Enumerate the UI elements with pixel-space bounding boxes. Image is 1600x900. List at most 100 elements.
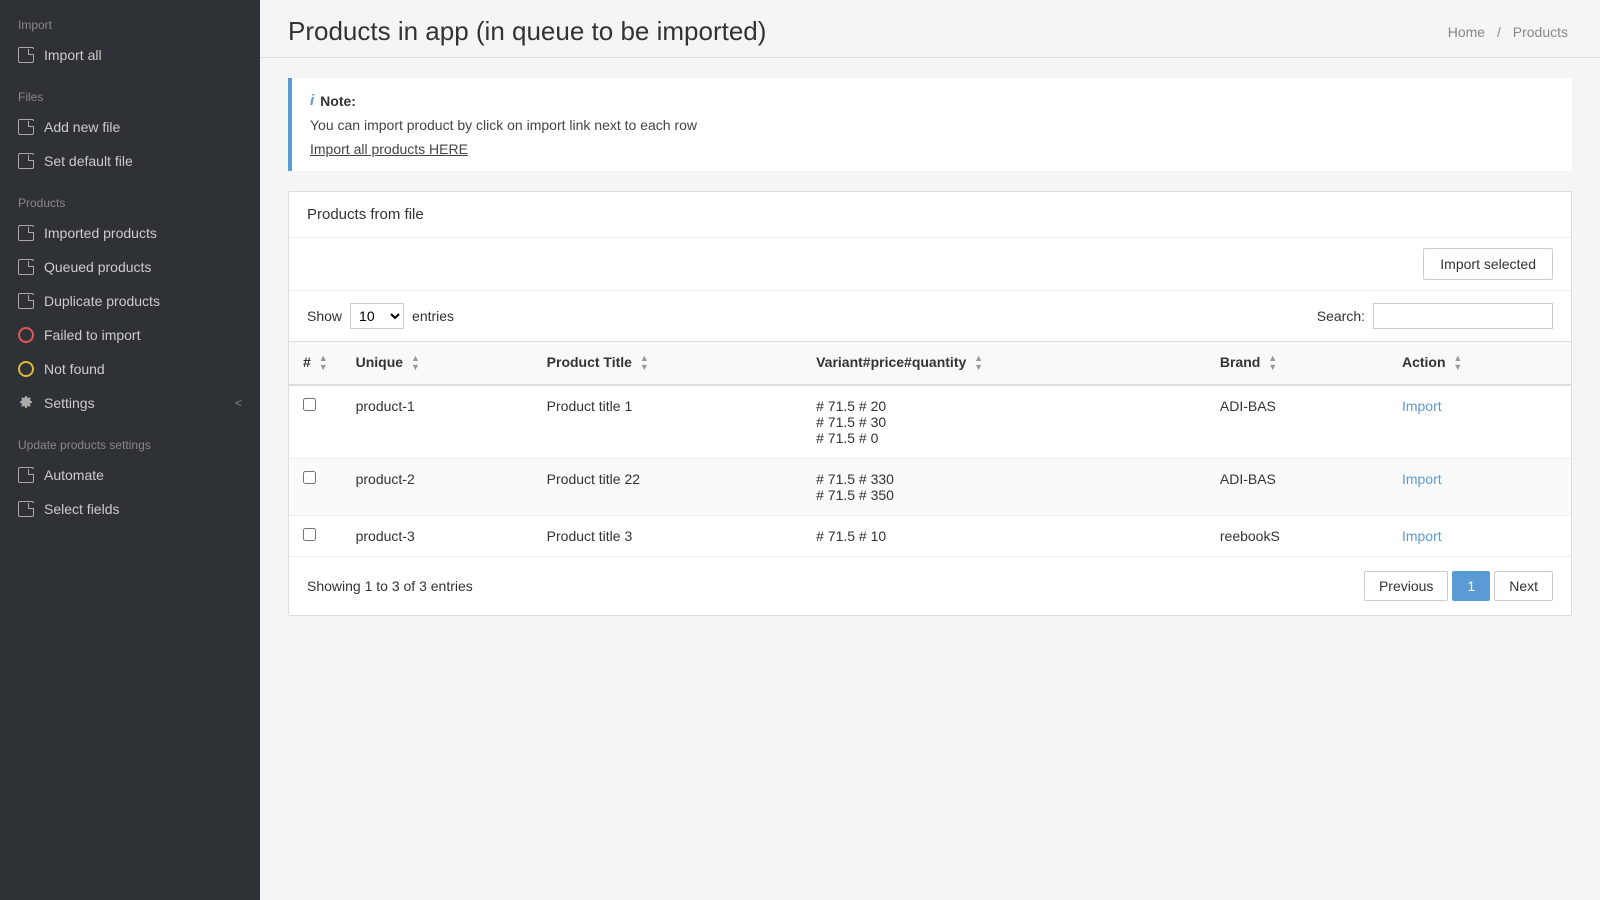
row-checkbox[interactable] (303, 471, 316, 484)
sidebar-section-import: Import (0, 0, 260, 38)
sidebar-item-automate[interactable]: Automate (0, 458, 260, 492)
import-selected-button[interactable]: Import selected (1423, 248, 1553, 280)
sidebar-item-label: Select fields (44, 501, 119, 517)
section-toolbar: Import selected (289, 238, 1571, 291)
pagination: Previous 1 Next (1364, 571, 1553, 601)
row-checkbox[interactable] (303, 528, 316, 541)
doc-icon (18, 501, 34, 517)
row-product-title: Product title 3 (533, 516, 802, 557)
row-action-cell: Import (1388, 459, 1571, 516)
breadcrumb-sep: / (1497, 24, 1501, 40)
row-checkbox-cell (289, 385, 342, 459)
sidebar-item-label: Automate (44, 467, 104, 483)
sidebar-item-label: Set default file (44, 153, 133, 169)
sidebar-item-label: Import all (44, 47, 102, 63)
row-checkbox-cell (289, 459, 342, 516)
import-action-link[interactable]: Import (1402, 398, 1442, 414)
col-action: Action ▲▼ (1388, 342, 1571, 386)
note-box: i Note: You can import product by click … (288, 78, 1572, 171)
variant-line: # 71.5 # 350 (816, 487, 1192, 503)
section-header: Products from file (289, 192, 1571, 238)
sidebar-item-settings[interactable]: Settings< (0, 386, 260, 420)
circle-red-icon (18, 327, 34, 343)
next-button[interactable]: Next (1494, 571, 1553, 601)
row-brand: ADI-BAS (1206, 385, 1388, 459)
entries-label: entries (412, 308, 454, 324)
import-all-link[interactable]: Import all products HERE (310, 141, 468, 157)
sidebar-item-label: Not found (44, 361, 105, 377)
sidebar-item-add-new-file[interactable]: Add new file (0, 110, 260, 144)
sidebar-section-update-products-settings: Update products settings (0, 420, 260, 458)
note-text: You can import product by click on impor… (310, 117, 1554, 133)
sidebar-item-failed-to-import[interactable]: Failed to import (0, 318, 260, 352)
row-action-cell: Import (1388, 516, 1571, 557)
entries-select[interactable]: 102550100 (350, 303, 404, 329)
sidebar-item-not-found[interactable]: Not found (0, 352, 260, 386)
row-action-cell: Import (1388, 385, 1571, 459)
sidebar-section-products: Products (0, 178, 260, 216)
sidebar-item-label: Imported products (44, 225, 157, 241)
breadcrumb-current[interactable]: Products (1513, 24, 1568, 40)
search-label: Search: (1317, 308, 1365, 324)
col-num: # ▲▼ (289, 342, 342, 386)
sidebar: Import Import all Files Add new file Set def… (0, 0, 260, 900)
table-controls: Show 102550100 entries Search: (289, 291, 1571, 341)
sidebar-item-queued-products[interactable]: Queued products (0, 250, 260, 284)
breadcrumb-home[interactable]: Home (1448, 24, 1485, 40)
row-brand: ADI-BAS (1206, 459, 1388, 516)
variant-line: # 71.5 # 10 (816, 528, 1192, 544)
products-section: Products from file Import selected Show … (288, 191, 1572, 616)
previous-button[interactable]: Previous (1364, 571, 1448, 601)
table-row: product-2Product title 22# 71.5 # 330# 7… (289, 459, 1571, 516)
row-brand: reebookS (1206, 516, 1388, 557)
circle-yellow-icon (18, 361, 34, 377)
sidebar-item-set-default-file[interactable]: Set default file (0, 144, 260, 178)
variant-line: # 71.5 # 30 (816, 414, 1192, 430)
row-variants: # 71.5 # 10 (802, 516, 1206, 557)
products-table: # ▲▼ Unique ▲▼ Product Title ▲▼ Variant#… (289, 341, 1571, 557)
col-product-title: Product Title ▲▼ (533, 342, 802, 386)
note-link: Import all products HERE (310, 141, 1554, 157)
row-variants: # 71.5 # 20# 71.5 # 30# 71.5 # 0 (802, 385, 1206, 459)
row-checkbox[interactable] (303, 398, 316, 411)
import-action-link[interactable]: Import (1402, 471, 1442, 487)
doc-icon (18, 153, 34, 169)
row-unique: product-3 (342, 516, 533, 557)
table-header-row: # ▲▼ Unique ▲▼ Product Title ▲▼ Variant#… (289, 342, 1571, 386)
row-checkbox-cell (289, 516, 342, 557)
doc-icon (18, 259, 34, 275)
page-1-button[interactable]: 1 (1452, 571, 1490, 601)
sidebar-item-label: Add new file (44, 119, 120, 135)
col-brand: Brand ▲▼ (1206, 342, 1388, 386)
sidebar-item-duplicate-products[interactable]: Duplicate products (0, 284, 260, 318)
show-entries: Show 102550100 entries (307, 303, 454, 329)
doc-icon (18, 225, 34, 241)
table-footer: Showing 1 to 3 of 3 entries Previous 1 N… (289, 557, 1571, 615)
row-product-title: Product title 22 (533, 459, 802, 516)
show-label: Show (307, 308, 342, 324)
sidebar-section-files: Files (0, 72, 260, 110)
doc-icon (18, 119, 34, 135)
sidebar-item-select-fields[interactable]: Select fields (0, 492, 260, 526)
sidebar-item-imported-products[interactable]: Imported products (0, 216, 260, 250)
variant-line: # 71.5 # 20 (816, 398, 1192, 414)
info-icon: i (310, 92, 314, 109)
doc-icon (18, 467, 34, 483)
sidebar-item-import-all[interactable]: Import all (0, 38, 260, 72)
table-body: product-1Product title 1# 71.5 # 20# 71.… (289, 385, 1571, 557)
breadcrumb: Home / Products (1444, 24, 1572, 40)
showing-text: Showing 1 to 3 of 3 entries (307, 578, 473, 594)
variant-line: # 71.5 # 0 (816, 430, 1192, 446)
row-variants: # 71.5 # 330# 71.5 # 350 (802, 459, 1206, 516)
table-row: product-3Product title 3 # 71.5 # 10 reebo… (289, 516, 1571, 557)
doc-icon (18, 293, 34, 309)
search-input[interactable] (1373, 303, 1553, 329)
import-action-link[interactable]: Import (1402, 528, 1442, 544)
page-header: Products in app (in queue to be imported… (260, 0, 1600, 58)
sidebar-item-label: Queued products (44, 259, 151, 275)
row-unique: product-2 (342, 459, 533, 516)
sidebar-item-label: Duplicate products (44, 293, 160, 309)
note-title: i Note: (310, 92, 1554, 109)
page-title: Products in app (in queue to be imported… (288, 16, 766, 47)
note-title-text: Note: (320, 93, 356, 109)
